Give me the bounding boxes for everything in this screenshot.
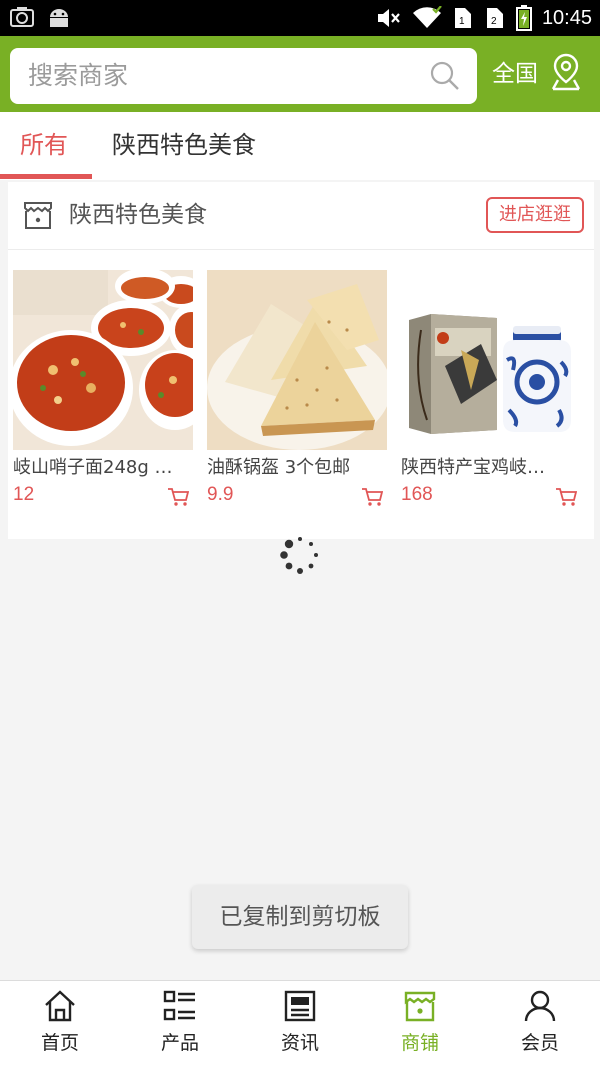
product-price: 12 xyxy=(13,484,35,505)
shop-card-header: 陕西特色美食 进店逛逛 xyxy=(8,182,594,250)
product-price: 168 xyxy=(401,484,433,505)
visit-shop-button[interactable]: 进店逛逛 xyxy=(486,197,584,233)
nav-home[interactable]: 首页 xyxy=(0,989,120,1055)
top-header: 搜索商家 全国 xyxy=(0,36,600,112)
svg-text:1: 1 xyxy=(459,16,465,27)
nav-stores[interactable]: 商铺 xyxy=(360,989,480,1055)
wifi-icon xyxy=(412,6,442,29)
cart-icon[interactable] xyxy=(167,487,189,507)
tab-all[interactable]: 所有 xyxy=(20,128,68,162)
sim2-icon: 2 xyxy=(486,8,503,28)
mute-icon xyxy=(377,9,400,27)
search-input[interactable]: 搜索商家 xyxy=(10,48,477,104)
product-card[interactable]: 陕西特产宝鸡岐… 168 xyxy=(401,270,581,506)
product-price: 9.9 xyxy=(207,484,234,505)
nav-news[interactable]: 资讯 xyxy=(240,989,360,1055)
tab-shaanxi-food[interactable]: 陕西特色美食 xyxy=(112,128,256,162)
nav-label: 资讯 xyxy=(280,1032,319,1054)
product-image-liquor-gift[interactable] xyxy=(401,270,581,450)
product-card[interactable]: 油酥锅盔 3个包邮 9.9 xyxy=(207,270,387,506)
android-icon xyxy=(50,9,68,27)
nav-label: 首页 xyxy=(40,1032,79,1054)
news-icon xyxy=(284,990,316,1022)
product-image-flatbread[interactable] xyxy=(207,270,387,450)
screenshot-icon xyxy=(10,7,34,27)
cart-icon[interactable] xyxy=(361,487,383,507)
store-icon xyxy=(404,991,436,1022)
loading-spinner-icon xyxy=(280,537,318,574)
status-bar: 1 2 10:45 xyxy=(0,0,600,36)
product-card[interactable]: 岐山哨子面248g … 12 xyxy=(13,270,193,506)
battery-icon xyxy=(515,5,532,31)
list-icon xyxy=(163,990,195,1021)
user-icon xyxy=(524,990,556,1022)
nav-member[interactable]: 会员 xyxy=(480,989,600,1055)
region-selector[interactable]: 全国 xyxy=(492,56,538,92)
nav-label: 商铺 xyxy=(400,1032,439,1054)
product-name[interactable]: 陕西特产宝鸡岐… xyxy=(401,455,577,481)
nav-label: 产品 xyxy=(160,1032,199,1054)
product-name[interactable]: 油酥锅盔 3个包邮 xyxy=(207,455,383,481)
product-image-noodles[interactable] xyxy=(13,270,193,450)
search-placeholder: 搜索商家 xyxy=(28,61,129,90)
nav-products[interactable]: 产品 xyxy=(120,989,240,1055)
bottom-navigation: 首页 产品 资讯 商铺 会员 xyxy=(0,980,600,1067)
shop-card: 陕西特色美食 进店逛逛 岐山哨子面248g … 12 油酥锅盔 3个包邮 9.9… xyxy=(8,182,594,539)
product-name[interactable]: 岐山哨子面248g … xyxy=(13,455,189,481)
shop-name[interactable]: 陕西特色美食 xyxy=(69,198,207,232)
cart-icon[interactable] xyxy=(555,487,577,507)
active-tab-indicator xyxy=(0,174,92,179)
svg-text:2: 2 xyxy=(491,16,497,27)
clock-text: 10:45 xyxy=(541,7,592,29)
shop-icon xyxy=(24,202,52,229)
category-tabs: 所有 陕西特色美食 xyxy=(0,112,600,180)
sim1-icon: 1 xyxy=(454,8,471,28)
nav-label: 会员 xyxy=(520,1032,559,1054)
home-icon xyxy=(45,990,75,1022)
copied-toast: 已复制到剪切板 xyxy=(192,885,408,949)
location-pin-icon[interactable] xyxy=(550,52,582,92)
search-icon[interactable] xyxy=(429,60,461,92)
